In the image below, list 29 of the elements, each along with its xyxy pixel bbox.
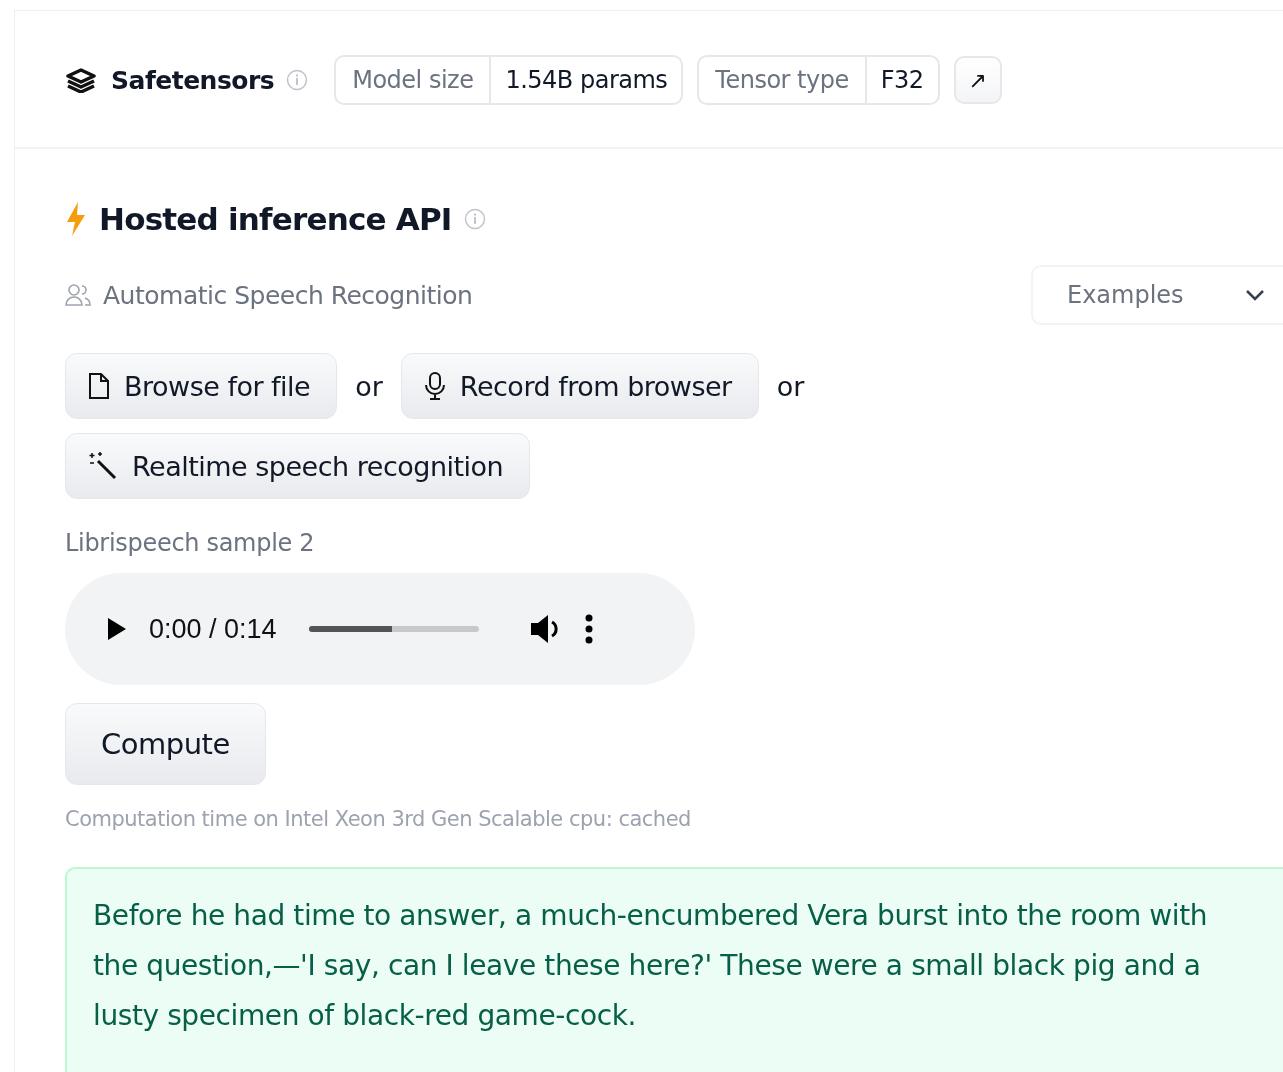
- info-icon: [463, 208, 486, 230]
- input-button[interactable]: Realtime speech recognition: [65, 433, 531, 499]
- external-link-button[interactable]: ↗: [953, 56, 1002, 104]
- separator-text: or: [355, 370, 383, 402]
- layers-icon: [65, 67, 97, 93]
- computation-time: Computation time on Intel Xeon 3rd Gen Scalable cpu: cached: [65, 807, 692, 831]
- sample-label: Librispeech sample 2: [65, 529, 316, 557]
- microphone-icon: [423, 371, 446, 401]
- magic-wand-icon: [88, 451, 118, 481]
- play-icon[interactable]: [107, 617, 127, 641]
- input-button[interactable]: Record from browser: [400, 353, 759, 419]
- transcription-output: Before he had time to answer, a much-encumbered Vera burst into the room with the question,—'I say, can I leave these here?' These were a small black pig and a lusty specimen of black-red game-cock.: [65, 867, 1283, 1072]
- file-icon: [88, 372, 110, 400]
- examples-dropdown[interactable]: Examples: [1031, 265, 1283, 325]
- section-title: Hosted inference API: [99, 201, 452, 237]
- section-title: Safetensors: [111, 65, 275, 95]
- time-text: 0:00 / 0:14: [149, 613, 277, 645]
- separator-text: or: [776, 370, 805, 402]
- chevron-down-icon: [1245, 289, 1265, 301]
- people-icon: [65, 283, 91, 307]
- compute-button[interactable]: Compute: [65, 703, 266, 785]
- info-tag: Tensor type F32: [697, 55, 940, 105]
- input-button[interactable]: Browse for file: [65, 353, 338, 419]
- task-label: Automatic Speech Recognition: [103, 280, 473, 310]
- progress-track[interactable]: [308, 626, 479, 632]
- lightning-icon: [65, 202, 87, 236]
- more-icon[interactable]: [584, 614, 593, 644]
- info-tag: Model size 1.54B params: [334, 55, 684, 105]
- info-icon: [286, 69, 309, 91]
